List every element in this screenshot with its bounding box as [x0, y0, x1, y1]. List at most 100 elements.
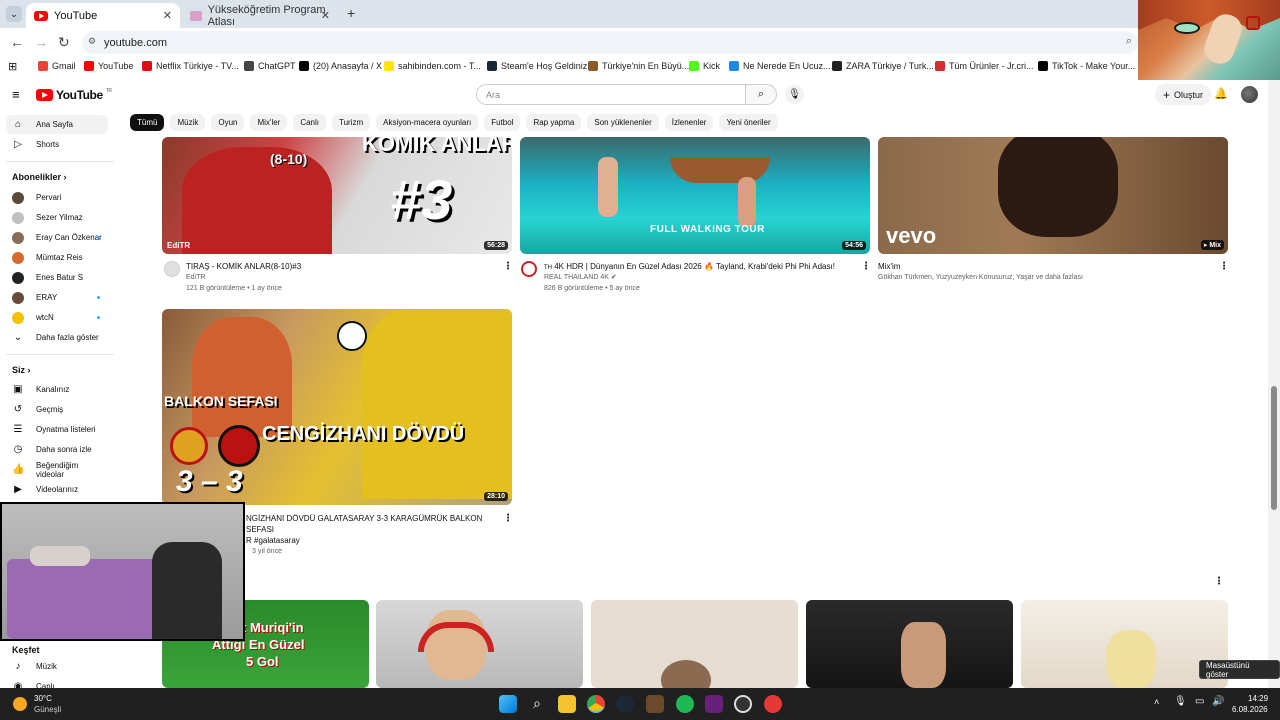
back-icon[interactable]: ← — [10, 34, 24, 50]
channel-avatar[interactable] — [521, 261, 537, 277]
sidebar-item[interactable]: ERAY — [6, 288, 108, 307]
search-input[interactable]: Ara — [476, 84, 746, 105]
sidebar-item[interactable]: Pervari — [6, 188, 108, 207]
bookmark-item[interactable]: Gmail — [38, 61, 76, 71]
start-windows-icon[interactable] — [499, 695, 517, 713]
filter-chip[interactable]: Müzik — [170, 114, 206, 131]
page-scrollbar[interactable] — [1268, 80, 1280, 688]
filter-chip[interactable]: Aksiyon-macera oyunları — [376, 114, 479, 131]
filter-chip[interactable]: Rap yapma — [526, 114, 582, 131]
sidebar-item[interactable]: ▣ Kanalınız — [6, 380, 108, 399]
steam-icon[interactable] — [616, 695, 634, 713]
account-avatar[interactable] — [1241, 86, 1258, 103]
reload-icon[interactable]: ↻ — [58, 34, 70, 51]
video-thumbnail[interactable] — [591, 600, 798, 688]
video-thumbnail[interactable]: FULL WALKING TOUR 54:56 — [520, 137, 870, 254]
filter-chip[interactable]: Turizm — [332, 114, 371, 131]
network-icon[interactable]: ▭ — [1195, 696, 1204, 707]
voice-search-button[interactable]: 🎙 — [785, 85, 804, 104]
bookmark-item[interactable]: Kick — [689, 61, 720, 71]
forward-icon[interactable]: → — [34, 34, 48, 50]
scrollbar-thumb[interactable] — [1271, 386, 1277, 510]
clock-time[interactable]: 14:29 — [1248, 694, 1268, 703]
clock-date[interactable]: 6.08.2026 — [1232, 705, 1268, 714]
sidebar-item[interactable]: ⌄ Daha fazla göster — [6, 328, 108, 347]
zoom-icon[interactable]: ⌕ — [1126, 35, 1132, 48]
weather-sun-icon[interactable] — [13, 697, 27, 711]
bookmark-item[interactable]: ChatGPT — [244, 61, 296, 71]
sidebar-item[interactable]: Sezer Yilmaz — [6, 208, 108, 227]
new-tab-button[interactable]: + — [347, 5, 355, 21]
sidebar-item[interactable]: ♪ Müzik — [6, 657, 108, 676]
chrome-icon[interactable] — [587, 695, 605, 713]
bookmark-item[interactable]: sahibinden.com - T... — [384, 61, 481, 71]
channel-name[interactable]: EdiTR — [186, 272, 205, 283]
youtube-logo[interactable]: YouTube TR — [36, 88, 112, 102]
bookmark-item[interactable]: (20) Anasayfa / X — [299, 61, 382, 71]
tab-program-atlasi[interactable]: Yükseköğretim Program Atlası ✕ — [182, 3, 338, 28]
vs-icon[interactable] — [705, 695, 723, 713]
filter-chip[interactable]: Futbol — [484, 114, 521, 131]
video-title[interactable]: Mix'im — [878, 261, 900, 272]
close-tab-icon[interactable]: ✕ — [321, 9, 330, 22]
tab-youtube[interactable]: YouTube ✕ — [26, 3, 180, 28]
video-title[interactable]: TIRAŞ - KOMİK ANLAR(8-10)#3 — [186, 261, 496, 272]
create-button[interactable]: + Oluştur — [1155, 84, 1212, 105]
filter-chip[interactable]: İzlenenler — [664, 114, 714, 131]
channel-avatar[interactable] — [164, 261, 180, 277]
filter-chip[interactable]: Mix'ler — [250, 114, 288, 131]
sidebar-item[interactable]: ↺ Geçmiş — [6, 400, 108, 419]
sidebar-item[interactable]: ▷ Shorts — [6, 135, 108, 154]
bookmark-item[interactable]: Tüm Ürünler - Jr.cri... — [935, 61, 1034, 71]
video-thumbnail[interactable]: BALKON SEFASI CENGİZHANI DÖVDÜ 3 – 3 28:… — [162, 309, 512, 505]
bookmark-item[interactable]: TikTok - Make Your... — [1038, 61, 1135, 71]
sidebar-item[interactable]: wtcN — [6, 308, 108, 327]
bookmark-item[interactable]: Steam'e Hoş Geldiniz — [487, 61, 587, 71]
sidebar-item[interactable]: ▶ Videolarınız — [6, 480, 108, 499]
notifications-bell-icon[interactable]: 🔔 — [1214, 87, 1228, 100]
site-info-icon[interactable]: ⚙ — [88, 36, 96, 47]
tab-list-dropdown[interactable]: ⌄ — [6, 6, 22, 22]
spotify-icon[interactable] — [676, 695, 694, 713]
section-more-options-icon[interactable]: ⋮ — [1214, 576, 1224, 587]
address-bar[interactable]: ⚙ youtube.com ⌕ — [82, 31, 1138, 54]
sidebar-item[interactable]: Mümtaz Reis — [6, 248, 108, 267]
volume-icon[interactable]: 🔊 — [1212, 696, 1224, 707]
bookmark-item[interactable]: Ne Nerede En Ucuz... — [729, 61, 831, 71]
obs-icon[interactable] — [734, 695, 752, 713]
taskbar-search-icon[interactable]: ⌕ — [528, 695, 546, 713]
bookmark-item[interactable]: Netflix Türkiye - TV... — [142, 61, 239, 71]
menu-icon[interactable]: ≡ — [12, 87, 20, 102]
video-thumbnail[interactable] — [806, 600, 1013, 688]
filter-chip[interactable]: Son yüklenenler — [587, 114, 659, 131]
sidebar-item[interactable]: Enes Batur S — [6, 268, 108, 287]
video-thumbnail[interactable]: KOMİK ANLAR (8-10) #3 EdiTR 56:28 — [162, 137, 512, 254]
close-tab-icon[interactable]: ✕ — [163, 9, 172, 22]
bookmark-item[interactable]: Türkiye'nin En Büyü... — [588, 61, 689, 71]
sidebar-item[interactable]: ◷ Daha sonra izle — [6, 440, 108, 459]
sidebar-item[interactable]: Eray Can Özkenar — [6, 228, 108, 247]
more-options-icon[interactable]: ⋮ — [1219, 261, 1229, 272]
filter-chip[interactable]: Canlı — [293, 114, 327, 131]
sidebar-item[interactable]: 👍 Beğendiğim videolar — [6, 460, 108, 479]
filter-chip[interactable]: Tümü — [130, 114, 165, 131]
search-button[interactable]: ⌕ — [745, 84, 777, 105]
pdf-icon[interactable] — [646, 695, 664, 713]
video-thumbnail[interactable] — [376, 600, 583, 688]
bookmark-item[interactable]: YouTube — [84, 61, 133, 71]
file-explorer-icon[interactable] — [558, 695, 576, 713]
you-header[interactable]: Siz › — [12, 365, 31, 375]
filter-chip[interactable]: Yeni öneriler — [719, 114, 778, 131]
subscriptions-header[interactable]: Abonelikler › — [12, 172, 67, 182]
sidebar-item[interactable]: ☰ Oynatma listeleri — [6, 420, 108, 439]
video-title[interactable]: NGİZHANI DÖVDÜ GALATASARAY 3-3 KARAGÜMRÜ… — [246, 513, 502, 546]
weather-temp[interactable]: 30°C — [34, 694, 52, 703]
filter-chip[interactable]: Oyun — [211, 114, 245, 131]
sidebar-item[interactable]: ⌂ Ana Sayfa — [6, 115, 108, 134]
more-options-icon[interactable]: ⋮ — [861, 261, 871, 272]
app-red-icon[interactable] — [764, 695, 782, 713]
explore-header[interactable]: Keşfet — [12, 645, 40, 655]
more-options-icon[interactable]: ⋮ — [503, 513, 513, 524]
apps-grid-icon[interactable]: ⊞ — [8, 60, 17, 73]
mic-tray-icon[interactable]: 🎙 — [1174, 696, 1187, 707]
